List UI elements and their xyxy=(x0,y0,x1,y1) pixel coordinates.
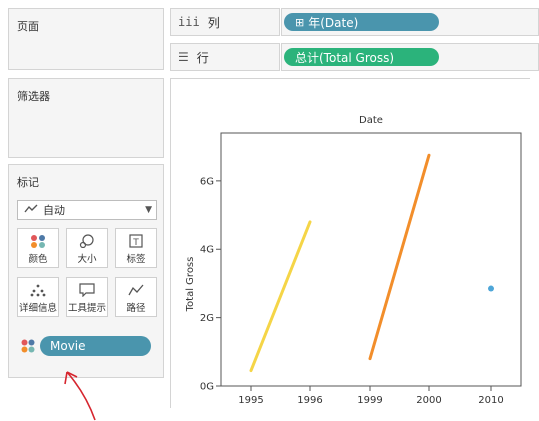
rows-shelf[interactable]: 总计(Total Gross) xyxy=(281,43,539,71)
columns-pill[interactable]: ⊞ 年(Date) xyxy=(284,13,439,31)
columns-pill-label: 年(Date) xyxy=(308,15,359,30)
path-icon xyxy=(128,284,144,296)
y-tick-label: 2G xyxy=(200,313,214,324)
plot-frame xyxy=(220,132,522,387)
pages-card[interactable]: 页面 xyxy=(8,8,164,70)
size-label: 大小 xyxy=(77,254,97,265)
x-tick-label: 2010 xyxy=(478,395,503,406)
rows-shelf-header: ☰ 行 xyxy=(170,43,280,71)
series-line-1[interactable] xyxy=(368,153,431,361)
annotation-arrow xyxy=(64,371,96,421)
x-tick-label: 1999 xyxy=(357,395,382,406)
columns-label: 列 xyxy=(207,15,220,30)
marks-card: 标记 自动 ▼ 颜色 大小 T 标签 详细信息 工具提示 路径 Movie xyxy=(8,164,164,378)
tooltip-button[interactable]: 工具提示 xyxy=(66,277,108,317)
rows-pill[interactable]: 总计(Total Gross) xyxy=(284,48,439,66)
expand-icon: ⊞ xyxy=(295,15,305,29)
rows-label: 行 xyxy=(196,50,209,65)
viz-area[interactable]: Date Total Gross 0G 2G 4G 6G 1995 1996 1999 20… xyxy=(170,78,530,408)
marks-title: 标记 xyxy=(17,176,39,189)
path-label: 路径 xyxy=(126,303,146,314)
line-chart-icon xyxy=(24,204,38,217)
detail-dots-icon xyxy=(30,284,46,297)
label-button[interactable]: T 标签 xyxy=(115,228,157,268)
size-button[interactable]: 大小 xyxy=(66,228,108,268)
columns-icon: iii xyxy=(178,15,200,29)
x-tick-label: 1996 xyxy=(297,395,322,406)
tooltip-icon xyxy=(79,283,95,297)
mark-type-label: 自动 xyxy=(43,204,65,217)
rows-icon: ☰ xyxy=(178,50,189,64)
tooltip-label: 工具提示 xyxy=(67,303,106,314)
x-tick-label: 1995 xyxy=(238,395,263,406)
chevron-down-icon: ▼ xyxy=(145,205,152,215)
svg-text:T: T xyxy=(132,238,139,248)
series-line-0[interactable] xyxy=(249,220,312,373)
columns-shelf-header: iii 列 xyxy=(170,8,280,36)
y-tick-label: 6G xyxy=(200,176,214,187)
detail-button[interactable]: 详细信息 xyxy=(17,277,59,317)
mark-type-dropdown[interactable]: 自动 ▼ xyxy=(17,200,157,220)
y-tick-label: 4G xyxy=(200,245,214,256)
filters-title: 筛选器 xyxy=(17,90,50,103)
series-point-2[interactable] xyxy=(488,285,494,292)
detail-label: 详细信息 xyxy=(18,303,57,314)
chart-title: Date xyxy=(359,115,383,126)
label-label: 标签 xyxy=(126,254,146,265)
x-tick-label: 2000 xyxy=(416,395,441,406)
size-circles-icon xyxy=(79,234,94,248)
color-dots-icon xyxy=(21,339,35,353)
y-tick-label: 0G xyxy=(200,382,214,393)
y-axis-title: Total Gross xyxy=(185,257,196,313)
pages-title: 页面 xyxy=(17,20,39,33)
movie-field-pill[interactable]: Movie xyxy=(40,336,151,356)
color-label: 颜色 xyxy=(28,254,48,265)
color-button[interactable]: 颜色 xyxy=(17,228,59,268)
color-field-row: Movie xyxy=(19,336,159,356)
filters-card[interactable]: 筛选器 xyxy=(8,78,164,158)
path-button[interactable]: 路径 xyxy=(115,277,157,317)
columns-shelf[interactable]: ⊞ 年(Date) xyxy=(281,8,539,36)
label-t-icon: T xyxy=(129,234,143,248)
line-chart[interactable]: Date Total Gross 0G 2G 4G 6G 1995 1996 1999 20… xyxy=(171,79,531,409)
color-dots-icon xyxy=(31,235,45,248)
